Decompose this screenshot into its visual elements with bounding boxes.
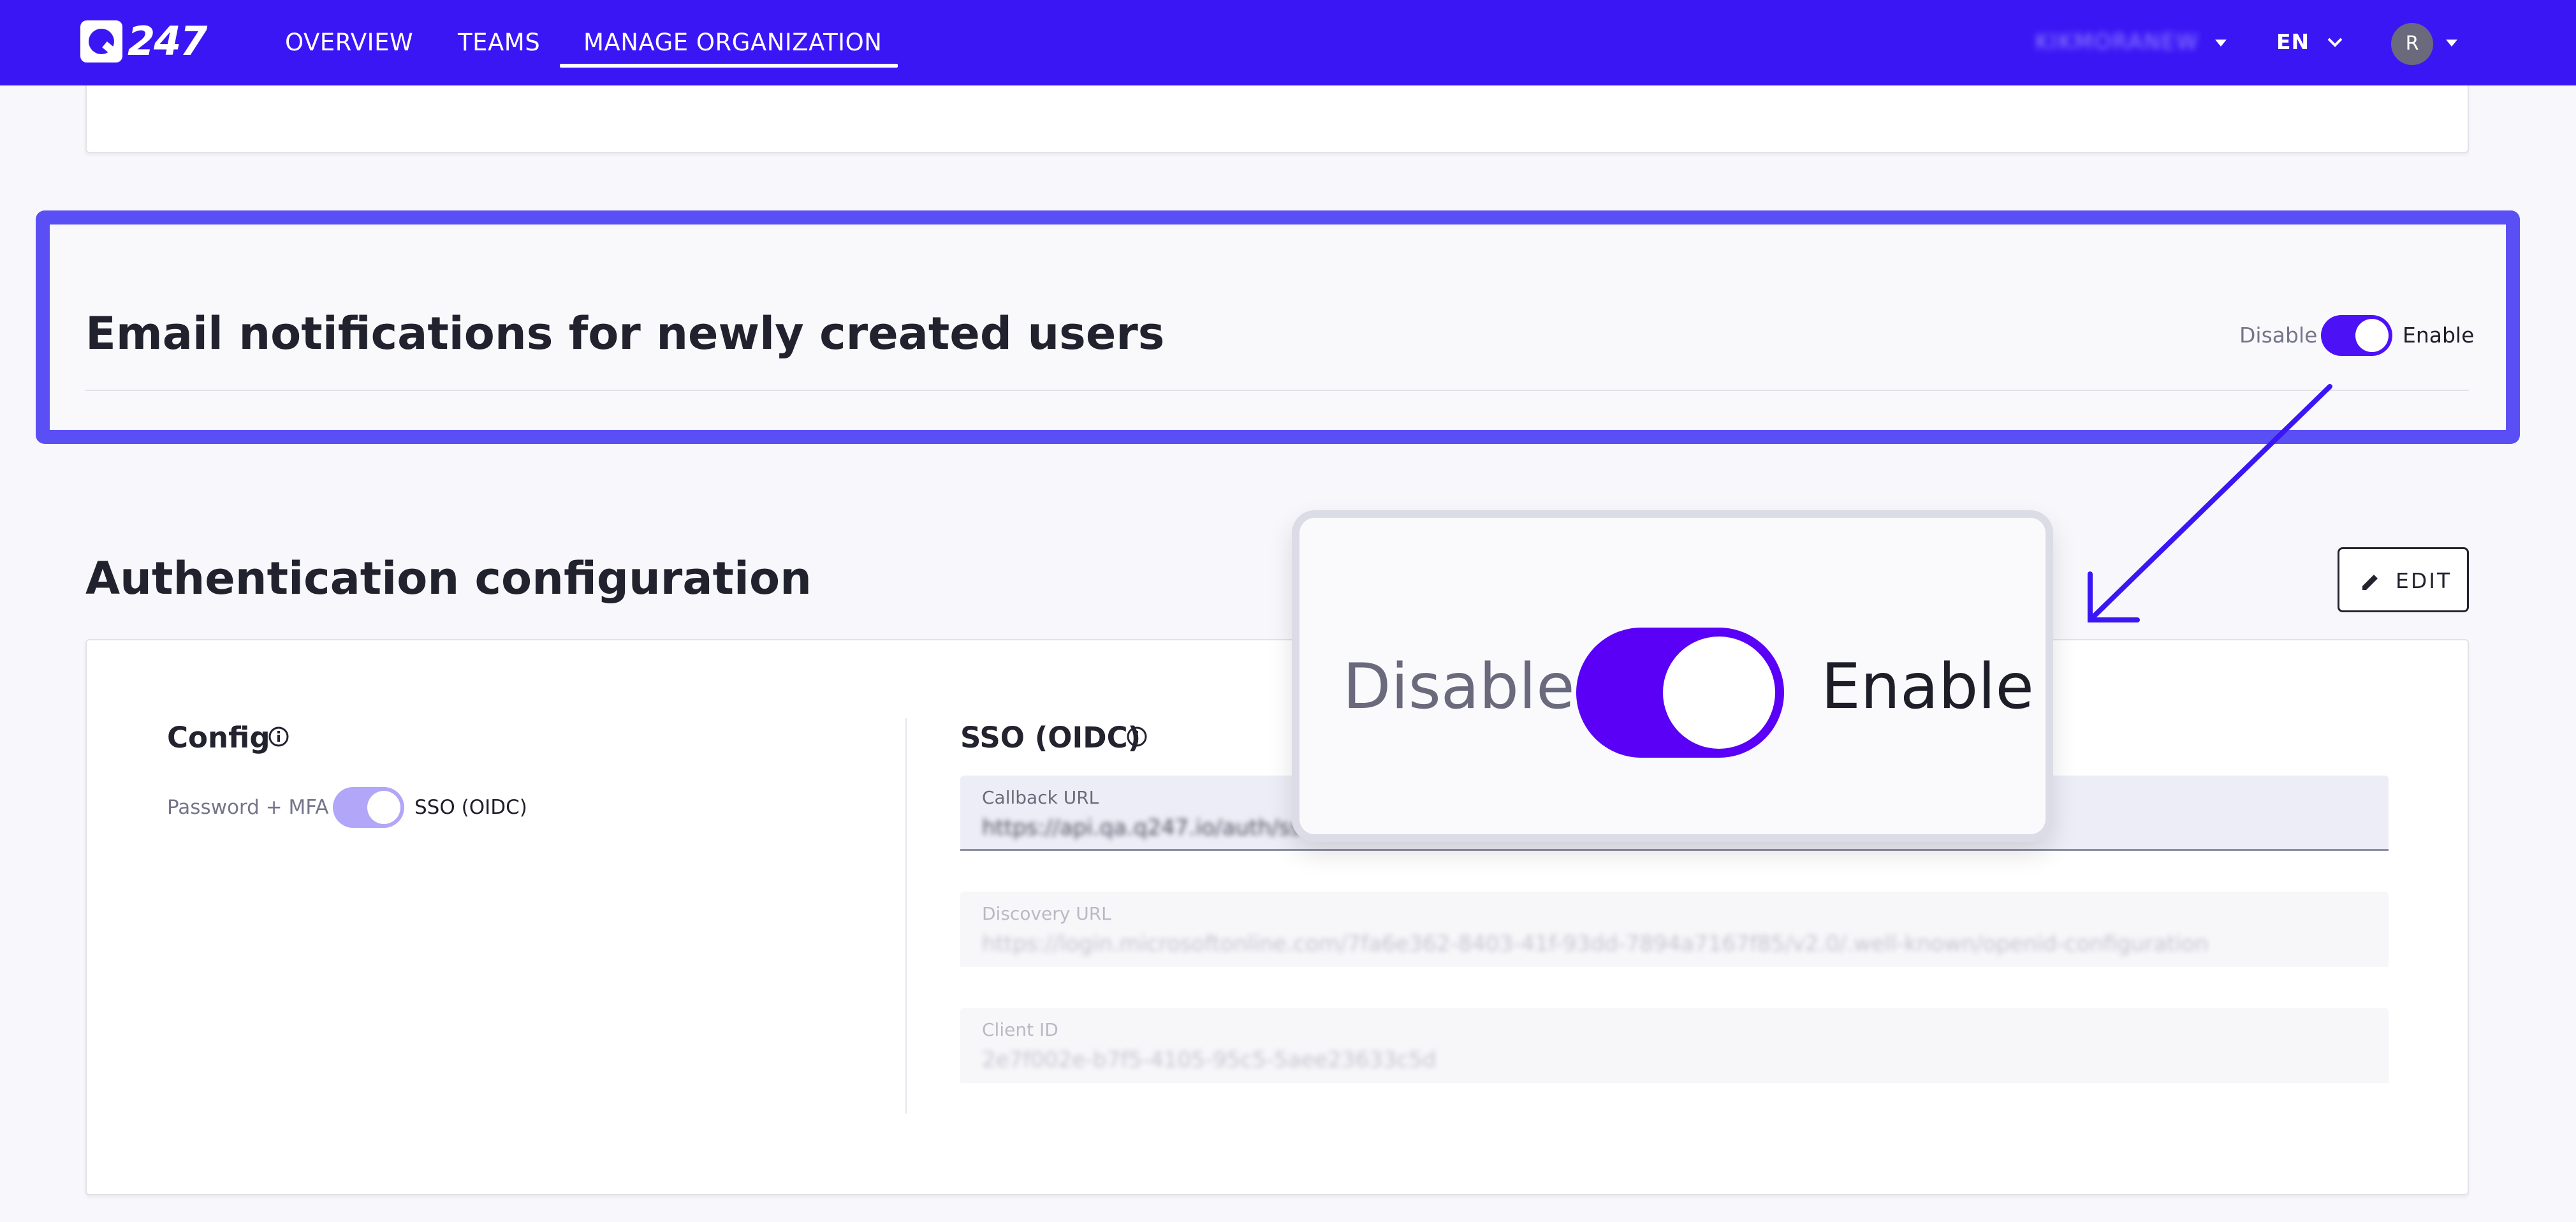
client-id-label: Client ID: [982, 1019, 1058, 1040]
discovery-url-value: https://login.microsoftonline.com/7fa6e3…: [982, 931, 2209, 957]
nav-teams[interactable]: TEAMS: [458, 28, 540, 57]
pencil-icon: [2362, 575, 2378, 590]
user-avatar[interactable]: R: [2391, 23, 2433, 65]
active-tab-indicator: [560, 64, 898, 68]
q247-logo[interactable]: 247: [80, 18, 218, 65]
previous-section-card: [85, 85, 2469, 153]
email-toggle-disable-label: Disable: [2239, 323, 2318, 348]
client-id-value: 2e7f002e-b7f5-4105-95c5-5aee23633c5d: [982, 1047, 1437, 1073]
zoom-toggle-knob: [1663, 637, 1775, 749]
q-logo-icon: [80, 20, 122, 63]
nav-manage-organization[interactable]: MANAGE ORGANIZATION: [583, 28, 882, 57]
toggle-knob: [2355, 319, 2389, 352]
sso-oidc-label: SSO (OIDC): [414, 796, 527, 819]
sso-info-icon[interactable]: [1126, 726, 1148, 747]
chevron-down-icon[interactable]: [2326, 36, 2344, 48]
nav-overview[interactable]: OVERVIEW: [285, 28, 413, 57]
email-notifications-title: Email notifications for newly created us…: [85, 307, 1165, 360]
language-selector[interactable]: EN: [2276, 29, 2309, 54]
zoom-toggle-switch: [1576, 628, 1784, 758]
password-mfa-label: Password + MFA: [167, 796, 329, 819]
edit-button[interactable]: EDIT: [2338, 547, 2469, 612]
column-divider: [905, 718, 907, 1114]
client-id-field[interactable]: Client ID 2e7f002e-b7f5-4105-95c5-5aee23…: [960, 1008, 2389, 1083]
callback-url-value: https://api.qa.q247.io/auth/sso: [982, 815, 1315, 841]
auth-method-toggle[interactable]: [333, 787, 404, 828]
edit-button-label: EDIT: [2396, 568, 2452, 593]
annotation-arrow-icon: [2088, 384, 2332, 622]
logo-text: 247: [128, 18, 207, 64]
zoom-disable-label: Disable: [1343, 651, 1575, 723]
discovery-url-field[interactable]: Discovery URL https://login.microsoftonl…: [960, 892, 2389, 967]
toggle-knob: [367, 791, 400, 824]
top-navigation-bar: 247 OVERVIEW TEAMS MANAGE ORGANIZATION K…: [0, 0, 2576, 85]
authentication-configuration-title: Authentication configuration: [85, 552, 812, 605]
avatar-caret-down-icon[interactable]: [2446, 40, 2457, 47]
email-notifications-toggle[interactable]: [2321, 315, 2392, 356]
email-toggle-enable-label: Enable: [2403, 323, 2475, 348]
org-caret-down-icon[interactable]: [2215, 40, 2227, 47]
callback-url-label: Callback URL: [982, 787, 1099, 808]
discovery-url-label: Discovery URL: [982, 903, 1111, 924]
sso-oidc-title: SSO (OIDC): [960, 721, 1141, 755]
config-title: Config: [167, 721, 270, 755]
config-info-icon[interactable]: [268, 726, 289, 747]
organization-selector[interactable]: KIKMORANEW: [2035, 29, 2199, 55]
zoom-enable-label: Enable: [1821, 651, 2034, 723]
zoomed-toggle-callout: Disable Enable: [1292, 510, 2053, 842]
